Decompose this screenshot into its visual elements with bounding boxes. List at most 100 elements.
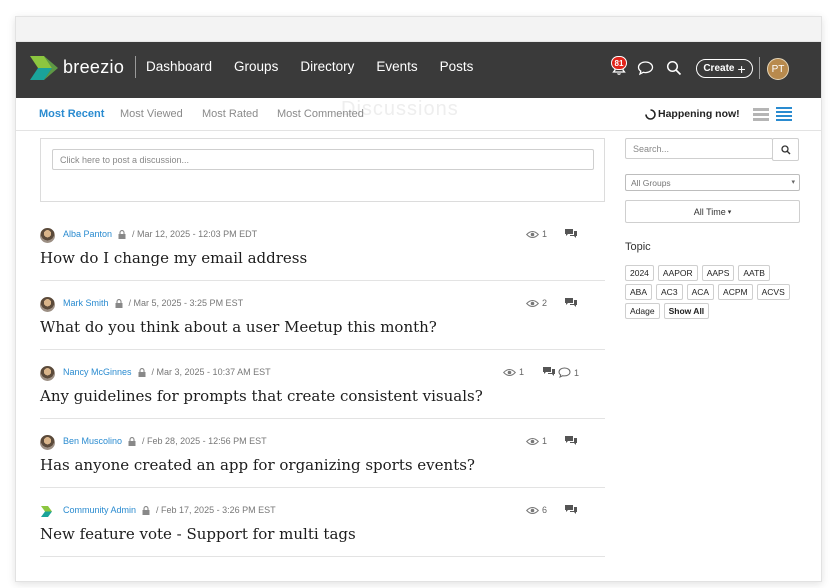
discussion-meta: Mark Smith / Mar 5, 2025 - 3:25 PM EST [63,298,243,308]
view-count-value: 2 [542,298,548,308]
topic-tag[interactable]: 2024 [625,265,654,281]
topic-tag[interactable]: ACVS [756,284,790,300]
discussion-meta: Nancy McGinnes / Mar 3, 2025 - 10:37 AM … [63,367,271,377]
comments-icon[interactable] [564,297,578,308]
avatar[interactable] [40,366,55,381]
tab-most-viewed[interactable]: Most Viewed [120,108,183,120]
lock-icon [138,367,146,377]
time-filter-label: All Time [693,206,726,217]
comments-icon[interactable] [564,435,578,446]
lock-icon [128,436,136,446]
search-icon [780,144,790,154]
view-count-value: 6 [542,505,548,515]
lock-icon [118,229,126,239]
discussion-item[interactable]: Community Admin / Feb 17, 2025 - 3:26 PM… [40,488,605,557]
post-date: / Feb 17, 2025 - 3:26 PM EST [156,505,276,515]
discussion-item[interactable]: Alba Panton / Mar 12, 2025 - 12:03 PM ED… [40,212,605,281]
lock-icon [142,505,150,515]
discussion-item[interactable]: Nancy McGinnes / Mar 3, 2025 - 10:37 AM … [40,350,605,419]
avatar[interactable] [40,435,55,450]
avatar[interactable] [40,297,55,312]
discussion-item[interactable]: Mark Smith / Mar 5, 2025 - 3:25 PM EST 2… [40,281,605,350]
show-all-tags-button[interactable]: Show All [663,303,710,319]
discussion-title[interactable]: How do I change my email address [40,249,307,267]
comments-icon[interactable] [542,366,556,377]
post-date: / Mar 12, 2025 - 12:03 PM EDT [132,229,258,239]
nav-divider [135,56,136,78]
tab-most-commented[interactable]: Most Commented [277,108,364,120]
discussion-title[interactable]: New feature vote - Support for multi tag… [40,525,356,543]
post-date: / Feb 28, 2025 - 12:56 PM EST [142,436,267,446]
topic-tag[interactable]: ACPM [718,284,753,300]
topic-tag[interactable]: AC3 [656,284,683,300]
comments-icon[interactable] [564,504,578,515]
discussion-meta: Ben Muscolino / Feb 28, 2025 - 12:56 PM … [63,436,267,446]
reply-bubble-icon [558,367,571,378]
comments-icon[interactable] [564,228,578,239]
discussion-title[interactable]: Has anyone created an app for organizing… [40,456,475,474]
nav-link-groups[interactable]: Groups [234,59,278,74]
topic-tag[interactable]: AAPOR [657,265,698,281]
app-window: breezio Dashboard Groups Directory Event… [15,16,822,582]
compact-view-icon[interactable] [753,107,769,121]
happening-now-label: Happening now! [658,108,740,120]
topic-heading: Topic [625,241,651,253]
topic-tag[interactable]: ACA [686,284,715,300]
user-avatar[interactable]: PT [767,58,789,80]
topic-tag[interactable]: AATB [738,265,770,281]
plus-icon: + [737,60,746,77]
nav-link-dashboard[interactable]: Dashboard [146,59,212,74]
eye-icon [526,506,539,514]
breezio-logo-icon[interactable] [30,56,58,80]
groups-select-value: All Groups [631,178,671,188]
happening-now-link[interactable]: Happening now! [645,108,740,120]
top-strip [16,17,821,42]
search-input[interactable]: Search... [625,138,773,159]
bottom-strip [16,565,821,581]
avatar[interactable] [40,228,55,243]
post-date: / Mar 5, 2025 - 3:25 PM EST [128,298,244,308]
chat-bubble-icon[interactable] [634,57,656,79]
top-navbar: breezio Dashboard Groups Directory Event… [16,42,821,98]
nav-link-posts[interactable]: Posts [440,59,474,74]
tab-most-recent[interactable]: Most Recent [39,108,104,120]
author-link[interactable]: Nancy McGinnes [63,367,132,377]
eye-icon [526,299,539,307]
topic-tag[interactable]: ABA [625,284,653,300]
topic-tag[interactable]: AAPS [701,265,735,281]
list-view-icon[interactable] [776,107,792,121]
discussion-title[interactable]: Any guidelines for prompts that create c… [40,387,483,405]
discussion-item[interactable]: Ben Muscolino / Feb 28, 2025 - 12:56 PM … [40,419,605,488]
tab-most-rated[interactable]: Most Rated [202,108,258,120]
discussion-meta: Community Admin / Feb 17, 2025 - 3:26 PM… [63,505,276,515]
author-link[interactable]: Community Admin [63,505,136,515]
main-nav: Dashboard Groups Directory Events Posts [146,59,473,74]
topic-tag[interactable]: Adage [625,303,660,319]
post-discussion-box: Click here to post a discussion... [40,138,605,202]
eye-icon [526,437,539,445]
create-button[interactable]: Create + [696,59,753,78]
view-count-value: 1 [542,436,548,446]
groups-select[interactable]: All Groups ▾ [625,174,800,191]
breezio-avatar-icon[interactable] [40,504,55,519]
discussion-meta: Alba Panton / Mar 12, 2025 - 12:03 PM ED… [63,229,257,239]
view-count: 1 [526,229,547,239]
view-count: 1 [503,367,524,377]
view-count-value: 1 [519,367,525,377]
nav-divider-2 [759,57,760,79]
author-link[interactable]: Mark Smith [63,298,109,308]
eye-icon [526,230,539,238]
discussion-title[interactable]: What do you think about a user Meetup th… [40,318,437,336]
search-icon[interactable] [663,57,685,79]
discussion-tabs: Discussions Most Recent Most Viewed Most… [16,98,821,131]
author-link[interactable]: Alba Panton [63,229,112,239]
nav-link-events[interactable]: Events [376,59,417,74]
notification-badge[interactable]: 81 [611,56,627,70]
nav-link-directory[interactable]: Directory [300,59,354,74]
brand-name[interactable]: breezio [63,57,124,78]
eye-icon [503,368,516,376]
author-link[interactable]: Ben Muscolino [63,436,122,446]
time-filter-button[interactable]: All Time ▾ [625,200,800,223]
post-discussion-input[interactable]: Click here to post a discussion... [52,149,594,170]
search-button[interactable] [772,138,799,161]
